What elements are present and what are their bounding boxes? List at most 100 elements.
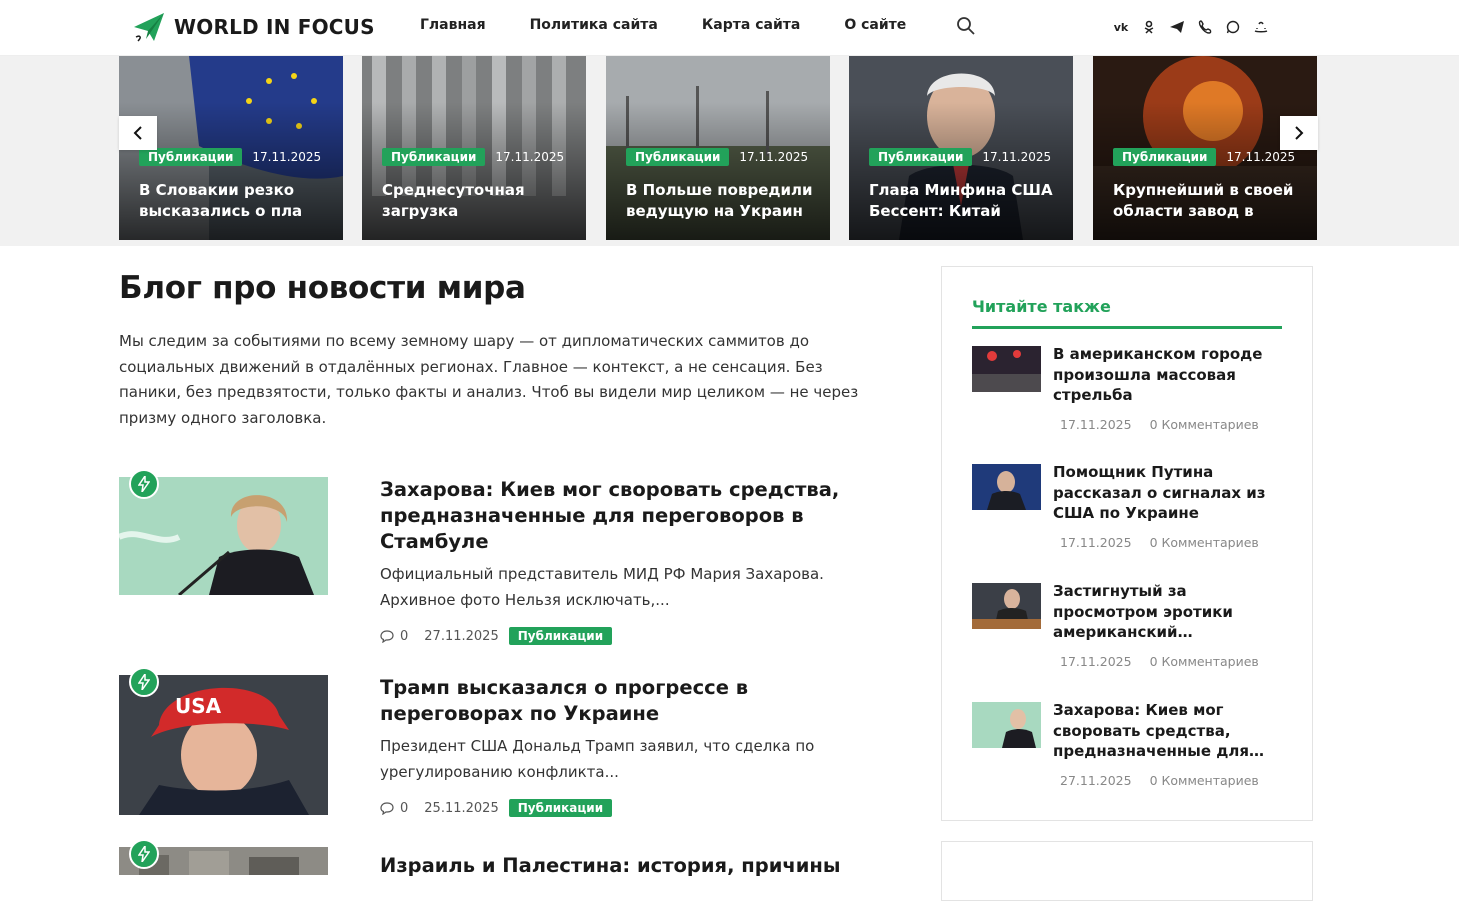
ok-icon[interactable] — [1140, 18, 1158, 36]
site-logo[interactable]: WORLD IN FOCUS — [132, 11, 375, 43]
sidebar-image — [972, 702, 1041, 748]
post-date: 27.11.2025 — [424, 628, 499, 644]
sidebar-item-meta: 17.11.2025 0 Комментариев — [1060, 535, 1273, 550]
sidebar-item-comments[interactable]: 0 Комментариев — [1150, 773, 1259, 788]
viber-icon[interactable] — [1196, 18, 1214, 36]
slide-title[interactable]: Среднесуточная загрузка — [382, 180, 572, 222]
slide-meta: Публикации 17.11.2025 — [1113, 148, 1295, 166]
category-badge[interactable]: Публикации — [139, 148, 243, 166]
main-nav: Главная Политика сайта Карта сайта О сай… — [420, 17, 950, 33]
sidebar-item-date: 17.11.2025 — [1060, 654, 1132, 669]
nav-policy[interactable]: Политика сайта — [530, 17, 658, 33]
slide-date: 17.11.2025 — [1226, 150, 1296, 164]
telegram-icon[interactable] — [1168, 18, 1186, 36]
slide-card[interactable]: Публикации 17.11.2025 В Польше повредили… — [606, 56, 830, 240]
svg-text:USA: USA — [175, 694, 222, 718]
nav-about[interactable]: О сайте — [844, 17, 906, 33]
category-badge[interactable]: Публикации — [626, 148, 730, 166]
sidebar-image — [972, 583, 1041, 629]
sidebar-item-date: 17.11.2025 — [1060, 417, 1132, 432]
sidebar-thumbnail[interactable] — [972, 464, 1041, 510]
comments-value: 0 — [400, 628, 409, 644]
social-links: vk — [1112, 18, 1280, 36]
sidebar-thumbnail[interactable] — [972, 583, 1041, 629]
category-badge[interactable]: Публикации — [508, 799, 613, 817]
post-item: Захарова: Киев мог своровать средства, п… — [119, 469, 899, 657]
sidebar-item-comments[interactable]: 0 Комментариев — [1150, 535, 1259, 550]
slider-prev-button[interactable] — [119, 116, 157, 150]
page-title: Блог про новости мира — [119, 270, 526, 306]
flash-icon — [129, 667, 159, 697]
category-badge[interactable]: Публикации — [1113, 148, 1217, 166]
category-badge[interactable]: Публикации — [869, 148, 973, 166]
slider-next-button[interactable] — [1280, 116, 1318, 150]
slide-title[interactable]: В Польше повредили ведущую на Украин — [626, 180, 816, 222]
post-meta: 0 27.11.2025 Публикации — [380, 627, 613, 645]
post-title[interactable]: Захарова: Киев мог своровать средства, п… — [380, 477, 850, 555]
post-item: USA Трамп высказался о прогрессе в перег… — [119, 667, 899, 825]
sidebar-thumbnail[interactable] — [972, 346, 1041, 392]
slide-meta: Публикации 17.11.2025 — [382, 148, 564, 166]
post-excerpt: Официальный представитель МИД РФ Мария З… — [380, 565, 824, 609]
chevron-left-icon — [133, 126, 142, 140]
sidebar-thumbnail[interactable] — [972, 702, 1041, 748]
comments-value: 0 — [400, 800, 409, 816]
nav-home[interactable]: Главная — [420, 17, 486, 33]
sidebar-title: Читайте также — [972, 297, 1111, 316]
slide-date: 17.11.2025 — [252, 150, 322, 164]
category-badge[interactable]: Публикации — [508, 627, 613, 645]
sidebar-item-title[interactable]: Застигнутый за просмотром эротики америк… — [1053, 581, 1283, 643]
logo-text: WORLD IN FOCUS — [174, 15, 375, 39]
slide-title[interactable]: Глава Минфина США Бессент: Китай — [869, 180, 1059, 222]
sidebar-image — [972, 346, 1041, 392]
sidebar-item-title[interactable]: Захарова: Киев мог своровать средства, п… — [1053, 700, 1283, 762]
sidebar-item-title[interactable]: В американском городе произошла массовая… — [1053, 344, 1283, 406]
sidebar-item-title[interactable]: Помощник Путина рассказал о сигналах из … — [1053, 462, 1283, 524]
nav-sitemap[interactable]: Карта сайта — [702, 17, 800, 33]
sidebar-item-comments[interactable]: 0 Комментариев — [1150, 654, 1259, 669]
sidebar-item-comments[interactable]: 0 Комментариев — [1150, 417, 1259, 432]
slide-title[interactable]: Крупнейший в своей области завод в — [1113, 180, 1303, 222]
post-image: USA — [119, 675, 328, 815]
flash-icon — [129, 469, 159, 499]
sidebar-item-date: 27.11.2025 — [1060, 773, 1132, 788]
vk-icon[interactable]: vk — [1112, 18, 1130, 36]
sidebar-item-meta: 27.11.2025 0 Комментариев — [1060, 773, 1273, 788]
news-slider: Публикации 17.11.2025 В Словакии резко в… — [0, 56, 1459, 246]
post-title[interactable]: Трамп высказался о прогрессе в переговор… — [380, 675, 850, 727]
flash-icon — [129, 839, 159, 869]
search-icon[interactable] — [956, 16, 976, 36]
sidebar-item-date: 17.11.2025 — [1060, 535, 1132, 550]
post-date: 25.11.2025 — [424, 800, 499, 816]
whatsapp-icon[interactable] — [1224, 18, 1242, 36]
post-excerpt: Президент США Дональд Трамп заявил, что … — [380, 737, 815, 781]
sidebar-image — [972, 464, 1041, 510]
comments-count[interactable]: 0 — [380, 629, 408, 644]
sidebar-widget — [941, 841, 1313, 901]
comments-count[interactable]: 0 — [380, 801, 408, 816]
comment-icon — [380, 629, 394, 643]
slide-title[interactable]: В Словакии резко высказались о пла — [139, 180, 329, 222]
max-icon[interactable] — [1252, 18, 1270, 36]
slide-date: 17.11.2025 — [495, 150, 565, 164]
sidebar-read-also: Читайте также В американском городе прои… — [941, 266, 1313, 821]
site-header: WORLD IN FOCUS Главная Политика сайта Ка… — [0, 0, 1459, 56]
slide-meta: Публикации 17.11.2025 — [869, 148, 1051, 166]
sidebar-item-meta: 17.11.2025 0 Комментариев — [1060, 417, 1273, 432]
comment-icon — [380, 801, 394, 815]
slide-date: 17.11.2025 — [739, 150, 809, 164]
post-title[interactable]: Израиль и Палестина: история, причины — [380, 853, 850, 879]
post-item: Израиль и Палестина: история, причины — [119, 839, 899, 877]
category-badge[interactable]: Публикации — [382, 148, 486, 166]
slide-date: 17.11.2025 — [982, 150, 1052, 164]
slide-card[interactable]: Публикации 17.11.2025 Среднесуточная заг… — [362, 56, 586, 240]
post-meta: 0 25.11.2025 Публикации — [380, 799, 613, 817]
post-thumbnail[interactable]: USA — [119, 675, 328, 815]
slide-meta: Публикации 17.11.2025 — [139, 148, 321, 166]
sidebar-item-meta: 17.11.2025 0 Комментариев — [1060, 654, 1273, 669]
sidebar-divider — [972, 326, 1282, 329]
slide-card[interactable]: Публикации 17.11.2025 Глава Минфина США … — [849, 56, 1073, 240]
slide-meta: Публикации 17.11.2025 — [626, 148, 808, 166]
chevron-right-icon — [1295, 126, 1304, 140]
paper-plane-icon — [134, 13, 164, 42]
